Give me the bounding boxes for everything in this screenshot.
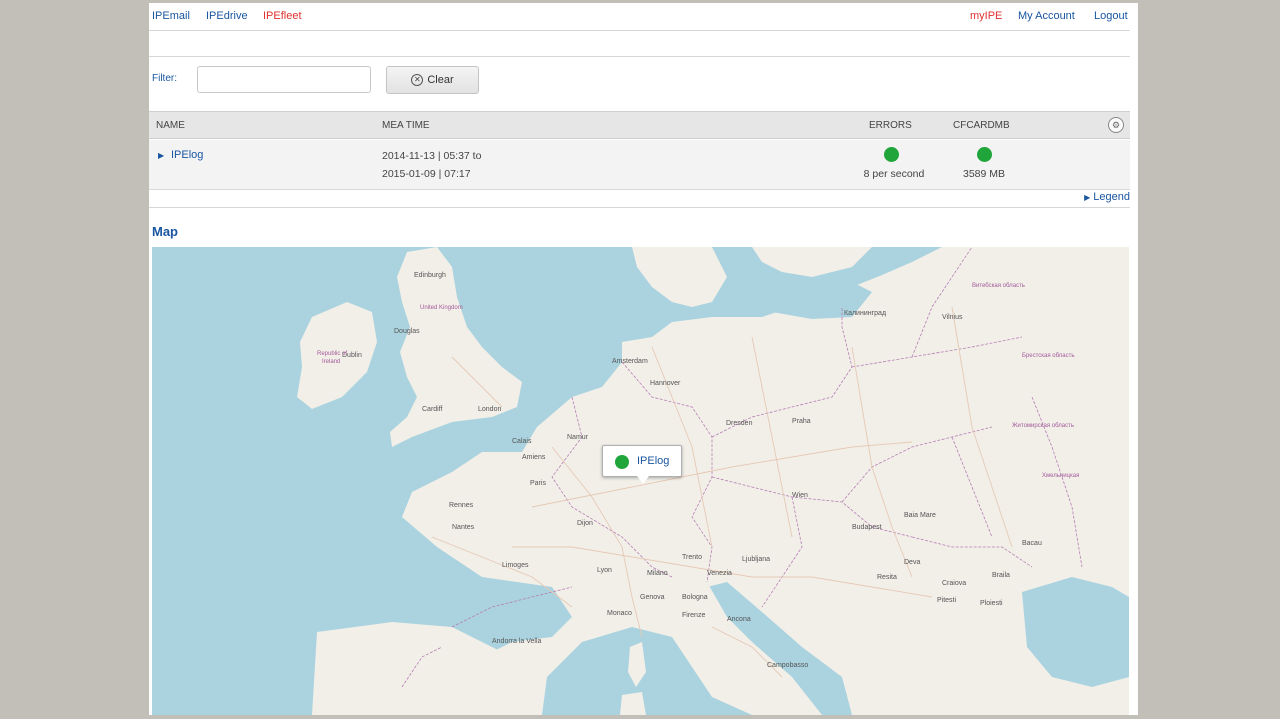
svg-text:Milano: Milano	[647, 570, 668, 577]
nav-ipefleet[interactable]: IPEfleet	[263, 10, 302, 22]
svg-text:Deva: Deva	[904, 559, 920, 566]
svg-text:Калининград: Калининград	[844, 310, 886, 317]
nav-myipe[interactable]: myIPE	[970, 10, 1002, 22]
table-header: NAME MEA TIME ERRORS CFCARDMB ⚙	[149, 111, 1130, 139]
sardinia-land	[620, 692, 646, 715]
svg-text:Budapest: Budapest	[852, 524, 882, 531]
svg-text:Praha: Praha	[792, 418, 811, 425]
table-row[interactable]: ▶ IPElog 2014-11-13 | 05:37 to 2015-01-0…	[149, 140, 1130, 190]
marker-label[interactable]: IPElog	[637, 455, 669, 467]
legend-caret-icon: ▶	[1084, 193, 1091, 202]
svg-text:Andorra la Vella: Andorra la Vella	[492, 638, 542, 645]
svg-text:Monaco: Monaco	[607, 610, 632, 617]
clear-button-label: Clear	[427, 74, 454, 86]
svg-text:Ploiesti: Ploiesti	[980, 600, 1003, 607]
svg-text:Douglas: Douglas	[394, 328, 420, 335]
column-header-cfcardmb[interactable]: CFCARDMB	[953, 120, 1010, 131]
legend-toggle[interactable]: ▶ Legend	[1084, 191, 1130, 203]
svg-text:Amsterdam: Amsterdam	[612, 358, 648, 365]
ipe-fleet-page: IPEmail IPEdrive IPEfleet myIPE My Accou…	[149, 3, 1138, 715]
row-name-link[interactable]: IPElog	[171, 149, 203, 161]
svg-text:Paris: Paris	[530, 480, 546, 487]
errors-status-dot	[884, 147, 899, 162]
top-navigation: IPEmail IPEdrive IPEfleet myIPE My Accou…	[149, 3, 1138, 31]
map-title: Map	[152, 224, 178, 239]
cfcard-status-dot	[977, 147, 992, 162]
divider	[149, 207, 1130, 208]
column-header-name[interactable]: NAME	[156, 120, 185, 131]
svg-text:Limoges: Limoges	[502, 562, 529, 569]
settings-icon[interactable]: ⚙	[1108, 117, 1124, 133]
svg-text:Baia Mare: Baia Mare	[904, 512, 936, 519]
svg-text:Rennes: Rennes	[449, 502, 474, 509]
svg-text:Campobasso: Campobasso	[767, 662, 808, 669]
nav-ipemail[interactable]: IPEmail	[152, 10, 190, 22]
clear-button[interactable]: ✕ Clear	[386, 66, 479, 94]
svg-text:Pitesti: Pitesti	[937, 597, 957, 604]
svg-text:Хмельницкая: Хмельницкая	[1042, 473, 1079, 479]
svg-text:Dresden: Dresden	[726, 420, 753, 427]
svg-text:Firenze: Firenze	[682, 612, 705, 619]
svg-text:Wien: Wien	[792, 492, 808, 499]
svg-text:Витебская область: Витебская область	[972, 283, 1025, 289]
svg-text:Calais: Calais	[512, 438, 532, 445]
svg-text:Trento: Trento	[682, 554, 702, 561]
svg-text:United Kingdom: United Kingdom	[420, 305, 463, 311]
marker-status-dot	[615, 455, 629, 469]
svg-text:Edinburgh: Edinburgh	[414, 272, 446, 279]
svg-text:Ljubljana: Ljubljana	[742, 556, 770, 563]
svg-text:Cardiff: Cardiff	[422, 406, 443, 413]
legend-label: Legend	[1093, 191, 1130, 203]
svg-text:Брестская область: Брестская область	[1022, 353, 1075, 359]
svg-text:Ancona: Ancona	[727, 616, 751, 623]
svg-text:Namur: Namur	[567, 434, 589, 441]
svg-text:Braila: Braila	[992, 572, 1010, 579]
svg-text:Craiova: Craiova	[942, 580, 966, 587]
cfcard-value: 3589 MB	[962, 168, 1006, 180]
divider	[149, 30, 1130, 31]
svg-text:Hannover: Hannover	[650, 380, 681, 387]
map-view[interactable]: Edinburgh Douglas Cardiff London Dublin …	[152, 247, 1129, 715]
svg-text:Venezia: Venezia	[707, 570, 732, 577]
filter-label: Filter:	[152, 73, 177, 84]
ipelog-map-marker[interactable]: IPElog	[602, 445, 682, 484]
svg-text:Dijon: Dijon	[577, 520, 593, 527]
time-to: 2015-01-09 | 07:17	[382, 168, 471, 180]
svg-text:Bacau: Bacau	[1022, 540, 1042, 547]
svg-text:Bologna: Bologna	[682, 594, 708, 601]
svg-text:Ireland: Ireland	[322, 359, 340, 365]
svg-text:Nantes: Nantes	[452, 524, 475, 531]
svg-text:Lyon: Lyon	[597, 567, 612, 574]
nav-logout[interactable]: Logout	[1094, 10, 1128, 22]
nav-my-account[interactable]: My Account	[1018, 10, 1075, 22]
svg-text:Resita: Resita	[877, 574, 897, 581]
divider	[149, 56, 1130, 57]
column-header-errors[interactable]: ERRORS	[869, 120, 912, 131]
svg-text:Vilnius: Vilnius	[942, 314, 963, 321]
svg-text:Republic of: Republic of	[317, 351, 347, 357]
svg-text:Житомирская область: Житомирская область	[1012, 423, 1074, 429]
svg-text:Amiens: Amiens	[522, 454, 546, 461]
column-header-mea-time[interactable]: MEA TIME	[382, 120, 430, 131]
errors-value: 8 per second	[863, 168, 925, 180]
expand-caret-icon[interactable]: ▶	[158, 151, 164, 160]
nav-ipedrive[interactable]: IPEdrive	[206, 10, 248, 22]
filter-input[interactable]	[197, 66, 371, 93]
svg-text:Genova: Genova	[640, 594, 665, 601]
time-from: 2014-11-13 | 05:37 to	[382, 150, 482, 162]
svg-text:London: London	[478, 406, 501, 413]
clear-circle-icon: ✕	[411, 74, 424, 86]
